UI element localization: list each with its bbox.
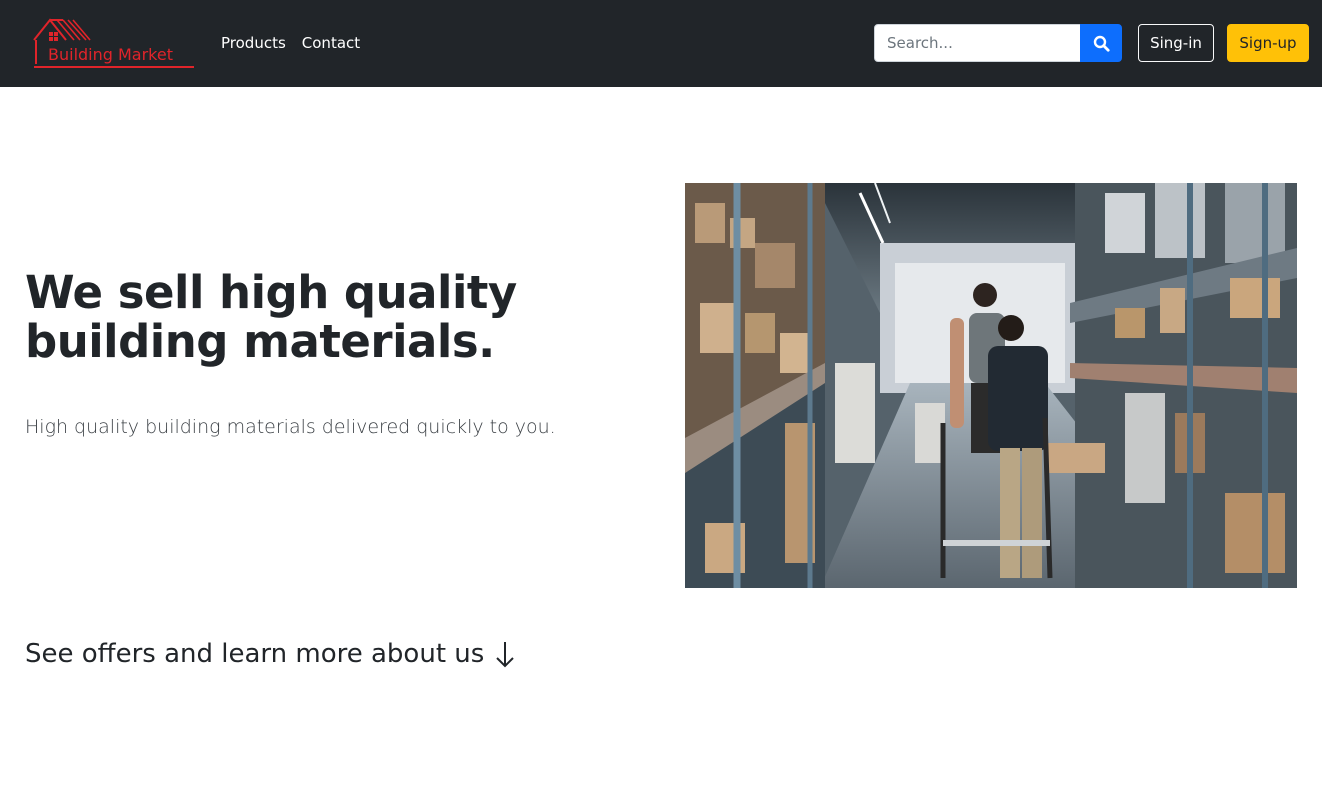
- hero-lead: High quality building materials delivere…: [25, 416, 556, 438]
- see-offers-label: See offers and learn more about us: [25, 639, 485, 669]
- nav-link-contact[interactable]: Contact: [302, 33, 360, 53]
- arrow-down-icon: [496, 642, 515, 668]
- see-offers-link[interactable]: See offers and learn more about us: [25, 638, 516, 670]
- warehouse-photo: [685, 183, 1297, 588]
- signup-button[interactable]: Sign-up: [1227, 24, 1309, 62]
- hero-title: We sell high quality building materials.: [25, 266, 517, 368]
- logo[interactable]: Building Market: [30, 16, 196, 70]
- logo-text: Building Market: [48, 45, 173, 64]
- search-icon: [1093, 35, 1110, 52]
- navbar: Building Market Products Contact Sing-in…: [0, 0, 1322, 87]
- signin-button[interactable]: Sing-in: [1138, 24, 1214, 62]
- search-button[interactable]: [1080, 24, 1122, 62]
- search-input[interactable]: [874, 24, 1081, 62]
- nav-links: Products Contact: [221, 33, 360, 53]
- warehouse-illustration: [685, 183, 1297, 588]
- nav-link-products[interactable]: Products: [221, 33, 286, 53]
